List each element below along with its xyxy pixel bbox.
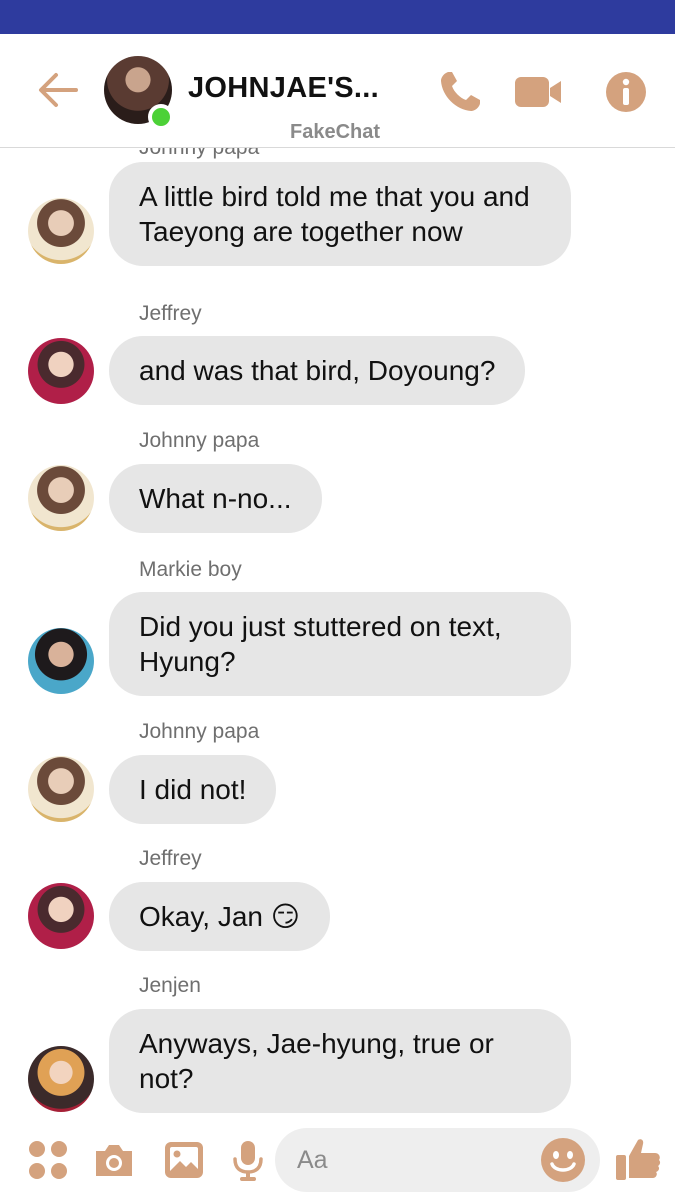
- avatar[interactable]: [28, 1046, 94, 1112]
- info-icon: [606, 72, 646, 112]
- sender-name: Johnny papa: [139, 148, 259, 160]
- avatar[interactable]: [28, 198, 94, 264]
- image-icon: [165, 1142, 203, 1178]
- message-bubble[interactable]: Did you just stuttered on text, Hyung?: [109, 592, 571, 696]
- four-dots-icon: [29, 1141, 67, 1179]
- back-button[interactable]: [36, 70, 80, 110]
- video-camera-icon: [515, 77, 561, 107]
- smiley-icon: [541, 1138, 585, 1182]
- phone-icon: [441, 72, 480, 111]
- info-button[interactable]: [602, 68, 650, 116]
- thumbs-up-icon: [616, 1139, 661, 1180]
- sender-name: Jenjen: [139, 974, 201, 997]
- gallery-button[interactable]: [162, 1138, 206, 1182]
- app-name-label: FakeChat: [290, 121, 381, 143]
- message-bubble[interactable]: Okay, Jan 😏: [109, 882, 330, 951]
- sender-name: Johnny papa: [139, 429, 260, 452]
- arrow-left-icon: [39, 73, 78, 107]
- camera-icon: [96, 1145, 132, 1176]
- message-list[interactable]: Johnny papa A little bird told me that y…: [0, 148, 675, 1120]
- online-status-indicator: [148, 104, 174, 130]
- sender-name: Johnny papa: [139, 720, 260, 743]
- avatar[interactable]: [28, 756, 94, 822]
- message-bubble[interactable]: and was that bird, Doyoung?: [109, 336, 526, 405]
- status-bar: [0, 0, 675, 34]
- camera-button[interactable]: [92, 1138, 136, 1182]
- avatar[interactable]: [28, 628, 94, 694]
- message-bubble[interactable]: A little bird told me that you and Taeyo…: [109, 162, 571, 266]
- sender-name: Jeffrey: [139, 847, 202, 870]
- sender-name: Markie boy: [139, 558, 242, 581]
- chat-title[interactable]: JOHNJAE'S...: [188, 72, 379, 105]
- video-call-button[interactable]: [514, 68, 562, 116]
- message-bubble[interactable]: What n-no...: [109, 464, 322, 533]
- like-button[interactable]: [613, 1134, 663, 1184]
- message-bubble[interactable]: I did not!: [109, 755, 277, 824]
- microphone-icon: [233, 1141, 263, 1181]
- sender-name: Jeffrey: [139, 302, 202, 325]
- voice-message-button[interactable]: [226, 1138, 270, 1182]
- composer-bar: [0, 1120, 675, 1200]
- avatar[interactable]: [28, 338, 94, 404]
- chat-header: JOHNJAE'S... FakeChat: [0, 34, 675, 148]
- avatar[interactable]: [28, 883, 94, 949]
- more-options-button[interactable]: [26, 1138, 70, 1182]
- emoji-button[interactable]: [540, 1137, 586, 1183]
- call-button[interactable]: [436, 68, 484, 116]
- avatar[interactable]: [28, 465, 94, 531]
- message-bubble[interactable]: Anyways, Jae-hyung, true or not?: [109, 1009, 571, 1113]
